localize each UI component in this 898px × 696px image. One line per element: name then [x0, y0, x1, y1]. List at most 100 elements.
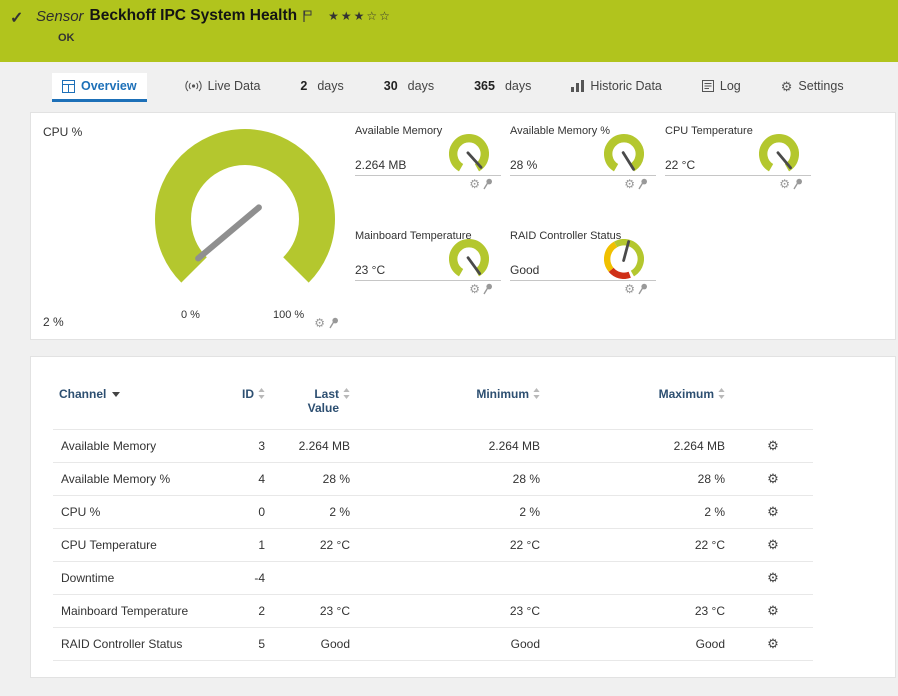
column-label: ID [242, 387, 254, 401]
table-row[interactable]: Available Memory32.264 MB2.264 MB2.264 M… [53, 430, 813, 463]
channel-minimum: 2.264 MB [358, 430, 548, 463]
flag-icon[interactable] [303, 10, 312, 22]
channel-name[interactable]: Available Memory % [53, 463, 203, 496]
channel-last-value: 2 % [273, 496, 358, 529]
channel-name[interactable]: CPU % [53, 496, 203, 529]
pin-icon[interactable] [483, 283, 493, 295]
sensor-kind-label: Sensor [36, 8, 84, 25]
channel-minimum: Good [358, 628, 548, 661]
channel-maximum: 28 % [548, 463, 733, 496]
channel-settings-icon[interactable]: ⚙ [767, 636, 779, 651]
table-row[interactable]: Mainboard Temperature223 °C23 °C23 °C⚙ [53, 595, 813, 628]
tab-label: Log [720, 79, 741, 93]
channel-id: 4 [203, 463, 273, 496]
gauge-value: 23 °C [355, 263, 385, 277]
pin-icon[interactable] [638, 178, 648, 190]
channel-id: 2 [203, 595, 273, 628]
pin-icon[interactable] [638, 283, 648, 295]
gear-icon[interactable]: ⚙ [469, 178, 480, 190]
channel-name[interactable]: Available Memory [53, 430, 203, 463]
gauge-tile-mainboard-temperature[interactable]: Mainboard Temperature 23 °C ⚙ [355, 230, 507, 296]
channels-table: Channel ID Last Value Minimum Maximum Av… [53, 387, 813, 661]
gauge-value: 28 % [510, 158, 537, 172]
channel-settings-icon[interactable]: ⚙ [767, 438, 779, 453]
channel-id: -4 [203, 562, 273, 595]
channel-last-value: 22 °C [273, 529, 358, 562]
pin-icon[interactable] [483, 178, 493, 190]
column-label: Minimum [476, 387, 529, 401]
column-label: Maximum [659, 387, 714, 401]
tab-bar: Overview Live Data 2 days 30 days 365 da… [52, 70, 898, 102]
cpu-gauge-tile[interactable]: CPU % 0 % 100 % 2 % ⚙ [43, 125, 343, 329]
channel-settings-icon[interactable]: ⚙ [767, 537, 779, 552]
gauge-dial [604, 134, 644, 174]
sensor-status-text: OK [58, 32, 392, 44]
channel-maximum [548, 562, 733, 595]
channel-settings-icon[interactable]: ⚙ [767, 504, 779, 519]
tab-settings[interactable]: ⚙ Settings [779, 73, 846, 102]
channel-name[interactable]: Mainboard Temperature [53, 595, 203, 628]
channel-maximum: 2.264 MB [548, 430, 733, 463]
channels-panel: Channel ID Last Value Minimum Maximum Av… [30, 356, 896, 678]
gauge-value: Good [510, 263, 539, 277]
sort-icon [718, 388, 725, 399]
column-header-maximum[interactable]: Maximum [548, 387, 733, 430]
column-header-settings [733, 387, 813, 430]
column-header-minimum[interactable]: Minimum [358, 387, 548, 430]
gauge-dial [449, 134, 489, 174]
table-row[interactable]: CPU Temperature122 °C22 °C22 °C⚙ [53, 529, 813, 562]
table-row[interactable]: CPU %02 %2 %2 %⚙ [53, 496, 813, 529]
channel-last-value: 2.264 MB [273, 430, 358, 463]
pin-icon[interactable] [329, 317, 339, 329]
column-header-channel[interactable]: Channel [53, 387, 203, 430]
tab-30-days[interactable]: 30 days [382, 73, 436, 102]
channel-id: 5 [203, 628, 273, 661]
gauge-value: 2 % [43, 315, 64, 329]
tab-overview[interactable]: Overview [52, 73, 147, 102]
gauge-tile-cpu-temperature[interactable]: CPU Temperature 22 °C ⚙ [665, 125, 817, 191]
channel-last-value: 28 % [273, 463, 358, 496]
column-label: Last Value [301, 387, 339, 415]
gauge-dial [759, 134, 799, 174]
gauge-tile-available-memory[interactable]: Available Memory 2.264 MB ⚙ [355, 125, 507, 191]
priority-stars[interactable]: ★★★☆☆ [328, 9, 392, 23]
channel-name[interactable]: RAID Controller Status [53, 628, 203, 661]
tab-label: days [408, 79, 434, 93]
channel-settings-icon[interactable]: ⚙ [767, 603, 779, 618]
tab-365-days[interactable]: 365 days [472, 73, 533, 102]
channel-minimum: 22 °C [358, 529, 548, 562]
channel-minimum: 2 % [358, 496, 548, 529]
gear-icon[interactable]: ⚙ [624, 178, 635, 190]
channel-minimum [358, 562, 548, 595]
pin-icon[interactable] [793, 178, 803, 190]
tab-number: 365 [474, 79, 495, 93]
gear-icon[interactable]: ⚙ [624, 283, 635, 295]
channel-name[interactable]: Downtime [53, 562, 203, 595]
gauge-value: 22 °C [665, 158, 695, 172]
table-header-row: Channel ID Last Value Minimum Maximum [53, 387, 813, 430]
live-data-icon [185, 80, 202, 92]
tab-live-data[interactable]: Live Data [183, 73, 263, 102]
tab-log[interactable]: Log [700, 73, 743, 102]
tab-historic-data[interactable]: Historic Data [569, 73, 664, 102]
table-row[interactable]: RAID Controller Status5GoodGoodGood⚙ [53, 628, 813, 661]
historic-data-icon [571, 80, 584, 92]
channel-settings-icon[interactable]: ⚙ [767, 570, 779, 585]
channel-settings-icon[interactable]: ⚙ [767, 471, 779, 486]
gauge-dial [604, 239, 644, 279]
tab-label: Overview [81, 79, 137, 93]
gear-icon[interactable]: ⚙ [314, 317, 325, 329]
channel-last-value: 23 °C [273, 595, 358, 628]
column-header-last-value[interactable]: Last Value [273, 387, 358, 430]
table-row[interactable]: Available Memory %428 %28 %28 %⚙ [53, 463, 813, 496]
column-header-id[interactable]: ID [203, 387, 273, 430]
gear-icon[interactable]: ⚙ [469, 283, 480, 295]
log-icon [702, 80, 714, 92]
channel-name[interactable]: CPU Temperature [53, 529, 203, 562]
gauge-tile-raid-controller-status[interactable]: RAID Controller Status Good ⚙ [510, 230, 662, 296]
table-row[interactable]: Downtime-4 ⚙ [53, 562, 813, 595]
cpu-gauge-dial [155, 129, 335, 309]
tab-2-days[interactable]: 2 days [298, 73, 345, 102]
gear-icon[interactable]: ⚙ [779, 178, 790, 190]
gauge-tile-available-memory-pct[interactable]: Available Memory % 28 % ⚙ [510, 125, 662, 191]
